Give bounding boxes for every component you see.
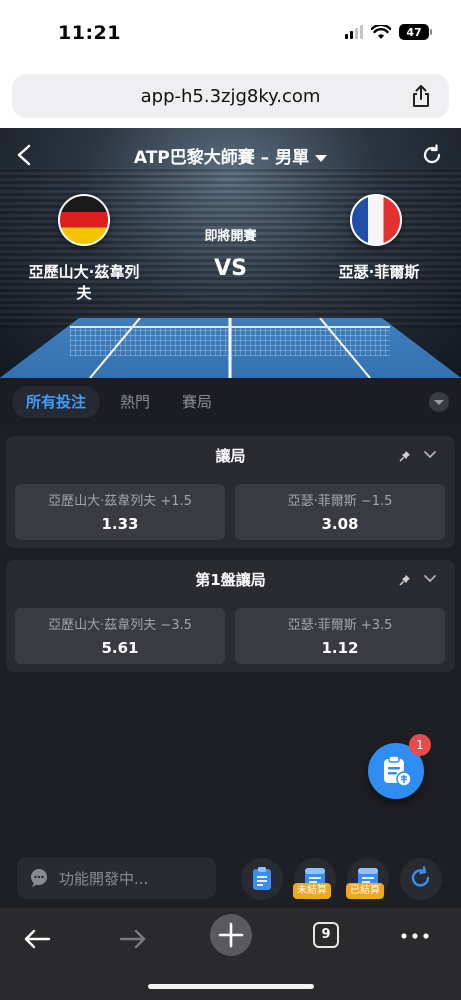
betslip-icon bbox=[384, 755, 412, 787]
battery-icon: 47 bbox=[399, 24, 432, 40]
odds-button[interactable]: 亞歷山大·茲韋列夫 +1.5 1.33 bbox=[15, 484, 225, 540]
odds-button[interactable]: 亞歷山大·茲韋列夫 −3.5 5.61 bbox=[15, 608, 225, 664]
refresh-button[interactable] bbox=[400, 858, 442, 900]
competition-title-text: ATP巴黎大師賽 – 男單 bbox=[133, 148, 310, 168]
odds-value: 3.08 bbox=[321, 515, 359, 533]
status-bar: 11:21 47 bbox=[0, 0, 461, 70]
odds-button[interactable]: 亞瑟·菲爾斯 −1.5 3.08 bbox=[235, 484, 445, 540]
expand-tabs-icon[interactable] bbox=[429, 392, 449, 412]
refresh-icon[interactable] bbox=[421, 144, 443, 166]
tennis-net-image bbox=[70, 326, 390, 356]
chat-placeholder: 功能開發中... bbox=[59, 870, 149, 888]
pin-icon[interactable] bbox=[399, 450, 411, 462]
signal-icon bbox=[345, 25, 363, 39]
wifi-icon bbox=[371, 24, 391, 39]
betslip-tool-button[interactable] bbox=[241, 858, 283, 900]
chevron-down-icon[interactable] bbox=[423, 450, 437, 460]
url-bar[interactable]: app-h5.3zjg8ky.com bbox=[12, 74, 449, 118]
more-icon[interactable] bbox=[400, 932, 430, 940]
match-status: 即將開賽 bbox=[204, 229, 257, 244]
status-icons: 47 bbox=[345, 24, 432, 40]
market-card-handicap: 讓局 亞歷山大·茲韋列夫 +1.5 1.33 亞瑟·菲爾斯 −1.5 3.08 bbox=[6, 436, 455, 548]
tab-all-bets[interactable]: 所有投注 bbox=[12, 386, 101, 418]
pin-icon[interactable] bbox=[399, 574, 411, 586]
outcome-label: 亞瑟·菲爾斯 +3.5 bbox=[287, 618, 393, 633]
settled-tag: 已結算 bbox=[346, 883, 384, 899]
url-text: app-h5.3zjg8ky.com bbox=[140, 85, 321, 107]
new-tab-button[interactable] bbox=[210, 914, 252, 956]
status-time: 11:21 bbox=[58, 22, 121, 44]
plus-icon bbox=[218, 922, 244, 948]
browser-forward-icon[interactable] bbox=[118, 928, 148, 950]
clipboard-icon bbox=[253, 867, 271, 890]
odds-button[interactable]: 亞瑟·菲爾斯 +3.5 1.12 bbox=[235, 608, 445, 664]
chat-bubble-icon bbox=[31, 869, 47, 887]
betslip-count-badge: 1 bbox=[409, 734, 431, 756]
home-indicator[interactable] bbox=[148, 984, 314, 989]
market-card-first-set-handicap: 第1盤讓局 亞歷山大·茲韋列夫 −3.5 5.61 亞瑟·菲爾斯 +3.5 1.… bbox=[6, 560, 455, 672]
refresh-icon bbox=[411, 866, 430, 887]
tab-games[interactable]: 賽局 bbox=[182, 386, 212, 418]
chat-input[interactable]: 功能開發中... bbox=[17, 857, 216, 899]
competition-title[interactable]: ATP巴黎大師賽 – 男單 bbox=[0, 143, 461, 168]
away-player-name: 亞瑟·菲爾斯 bbox=[338, 263, 420, 281]
outcome-label: 亞歷山大·茲韋列夫 +1.5 bbox=[48, 494, 192, 509]
market-title: 第1盤讓局 bbox=[195, 571, 266, 589]
caret-down-icon bbox=[315, 154, 328, 162]
outcome-label: 亞歷山大·茲韋列夫 −3.5 bbox=[48, 618, 192, 633]
browser-url-area: app-h5.3zjg8ky.com bbox=[0, 70, 461, 128]
tab-switcher-button[interactable]: 9 bbox=[313, 922, 339, 948]
outcome-label: 亞瑟·菲爾斯 −1.5 bbox=[287, 494, 393, 509]
chevron-down-icon[interactable] bbox=[423, 574, 437, 584]
odds-value: 5.61 bbox=[101, 639, 139, 657]
unsettled-tag: 未結算 bbox=[293, 883, 331, 899]
stadium-background bbox=[0, 168, 461, 328]
share-icon[interactable] bbox=[411, 84, 431, 108]
tab-popular[interactable]: 熱門 bbox=[120, 386, 150, 418]
bet-category-tabs: 所有投注 熱門 賽局 bbox=[0, 378, 461, 426]
odds-value: 1.33 bbox=[101, 515, 139, 533]
home-player-name: 亞歷山大·茲韋列夫 bbox=[28, 263, 140, 302]
browser-back-icon[interactable] bbox=[22, 928, 52, 950]
market-title: 讓局 bbox=[215, 447, 246, 465]
odds-value: 1.12 bbox=[321, 639, 359, 657]
